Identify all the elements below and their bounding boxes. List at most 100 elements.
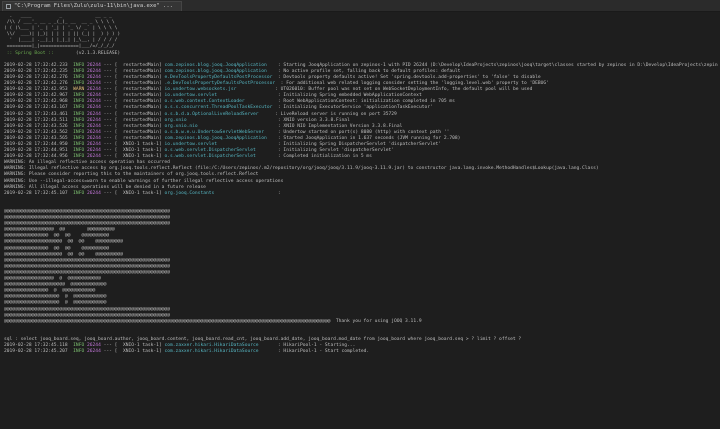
log-pid: 26244 xyxy=(87,141,104,147)
log-level: INFO xyxy=(70,117,87,123)
log-thread: XNIO-1 task-1] xyxy=(117,141,165,147)
window-titlebar: "C:\Program Files\Zulu\zulu-11\bin\java.… xyxy=(0,0,720,12)
log-thread: restartedMain] xyxy=(117,93,165,99)
log-separator: --- [ xyxy=(103,87,118,93)
log-separator: --- [ xyxy=(103,349,118,355)
log-logger: org.jooq.Constants xyxy=(164,190,278,196)
log-separator: --- [ xyxy=(103,148,118,154)
log-pid: 26244 xyxy=(87,123,104,129)
log-thread: XNIO-1 task-1] xyxy=(117,148,165,154)
log-pid: 26244 xyxy=(87,81,104,87)
console-output[interactable]: . ____ _ __ _ _ /\\ / ___'_ __ _ _(_)_ _… xyxy=(4,14,718,428)
log-logger: o.s.web.servlet.DispatcherServlet xyxy=(164,148,278,154)
log-lines: 2019-02-28 17:32:42.233 INFO 26244 --- [… xyxy=(4,63,718,161)
log-level: INFO xyxy=(70,148,87,154)
log-pid: 26244 xyxy=(87,74,104,80)
log-timestamp: 2019-02-28 17:32:42.235 xyxy=(4,68,71,74)
log-logger: org.xnio xyxy=(164,117,278,123)
log-timestamp: 2019-02-28 17:32:43.461 xyxy=(4,111,71,117)
log-thread: restartedMain] xyxy=(117,123,165,129)
log-thread: restartedMain] xyxy=(117,68,165,74)
log-message: : Completed initialization in 5 ms xyxy=(277,154,372,160)
log-level: INFO xyxy=(70,68,87,74)
log-logger: org.xnio.nio xyxy=(164,123,278,129)
log-separator: --- [ xyxy=(103,99,118,105)
log-logger: o.s.b.d.a.OptionalLiveReloadServer xyxy=(164,111,276,117)
log-level: INFO xyxy=(70,129,87,135)
log-thread: restartedMain] xyxy=(117,62,165,68)
log-separator: --- [ xyxy=(103,141,118,147)
log-logger: io.undertow.servlet xyxy=(164,93,278,99)
log-separator: --- [ xyxy=(103,154,118,160)
log-message: : Root WebApplicationContext: initializa… xyxy=(277,99,455,105)
log-message: : UT026010: Buffer pool was not set on W… xyxy=(275,87,533,93)
log-pid: 26244 xyxy=(87,87,104,93)
log-level: INFO xyxy=(70,81,87,87)
log-timestamp: 2019-02-28 17:32:44.951 xyxy=(4,148,71,154)
log-message: : Devtools property defaults active! Set… xyxy=(277,74,541,80)
jooq-logo: @@@@@@@@@@@@@@@@@@@@@@@@@@@@@@@@@@@@@@@@… xyxy=(4,209,718,325)
log-thread: XNIO-1 task-1] xyxy=(117,343,165,349)
log-level: INFO xyxy=(70,123,87,129)
tail-log-lines: 2019-02-28 17:32:45.118 INFO 26244 --- [… xyxy=(4,343,718,355)
log-message: : Undertow started on port(s) 8080 (http… xyxy=(277,129,450,135)
log-pid: 26244 xyxy=(87,105,104,111)
log-timestamp: 2019-02-28 17:32:43.167 xyxy=(4,105,71,111)
log-thread: restartedMain] xyxy=(117,129,165,135)
log-separator: --- [ xyxy=(103,111,118,117)
log-pid: 26244 xyxy=(87,154,104,160)
log-thread: XNIO-1 task-1] xyxy=(117,190,165,196)
warning-lines: WARNING: An illegal reflective access op… xyxy=(4,160,718,190)
log-message: : Starting JooqApplication on zepinos-1 … xyxy=(277,62,718,68)
log-thread: restartedMain] xyxy=(117,99,165,105)
log-message: : Initializing Spring DispatcherServlet … xyxy=(277,141,442,147)
log-level: INFO xyxy=(70,141,87,147)
log-pid: 26244 xyxy=(87,148,104,154)
log-logger: com.zepinos.blog.jooq.JooqApplication xyxy=(164,135,278,141)
log-thread: restartedMain] xyxy=(117,135,165,141)
log-message: : Started JooqApplication in 1.637 secon… xyxy=(277,135,461,141)
spring-boot-label: :: Spring Boot :: xyxy=(4,50,57,56)
log-message: : No active profile set, falling back to… xyxy=(277,68,461,74)
log-thread: restartedMain] xyxy=(117,74,165,80)
log-separator: --- [ xyxy=(103,62,118,68)
log-message: : HikariPool-1 - Starting... xyxy=(277,343,356,349)
spring-boot-version: (v2.1.3.RELEASE) xyxy=(56,50,121,56)
log-level: INFO xyxy=(70,349,87,355)
log-timestamp: 2019-02-28 17:32:42.953 xyxy=(4,87,71,93)
log-separator: --- [ xyxy=(103,74,118,80)
log-timestamp: 2019-02-28 17:32:45.107 xyxy=(4,190,71,196)
log-separator: --- [ xyxy=(103,129,118,135)
log-thread: restartedMain] xyxy=(117,81,165,87)
log-pid: 26244 xyxy=(87,111,104,117)
log-level: INFO xyxy=(70,105,87,111)
log-pid: 26244 xyxy=(87,99,104,105)
log-level: INFO xyxy=(70,135,87,141)
log-logger: com.zaxxer.hikari.HikariDataSource xyxy=(164,349,278,355)
log-level: INFO xyxy=(70,154,87,160)
log-pid: 26244 xyxy=(87,62,104,68)
log-level: INFO xyxy=(70,62,87,68)
log-pid: 26244 xyxy=(87,349,104,355)
log-line: 2019-02-28 17:32:45.207 INFO 26244 --- [… xyxy=(4,349,718,355)
log-thread: restartedMain] xyxy=(117,117,165,123)
log-separator: --- [ xyxy=(103,81,118,87)
log-pid: 26244 xyxy=(87,190,104,196)
log-separator: --- [ xyxy=(103,343,118,349)
log-timestamp: 2019-02-28 17:32:45.207 xyxy=(4,349,71,355)
log-level: INFO xyxy=(70,74,87,80)
log-message: : LiveReload server is running on port 3… xyxy=(275,111,397,117)
log-pid: 26244 xyxy=(87,93,104,99)
tab-title: "C:\Program Files\Zulu\zulu-11\bin\java.… xyxy=(14,3,173,9)
log-level: INFO xyxy=(70,190,87,196)
log-thread: XNIO-1 task-1] xyxy=(117,154,165,160)
log-separator: --- [ xyxy=(103,93,118,99)
log-timestamp: 2019-02-28 17:32:42.276 xyxy=(4,81,71,87)
log-level: INFO xyxy=(70,93,87,99)
log-message: : Initializing Servlet 'dispatcherServle… xyxy=(277,148,395,154)
log-separator: --- [ xyxy=(103,117,118,123)
terminal-tab[interactable]: "C:\Program Files\Zulu\zulu-11\bin\java.… xyxy=(2,1,182,11)
log-logger: .e.DevToolsPropertyDefaultsPostProcessor xyxy=(164,81,281,87)
log-logger: io.undertow.websockets.jsr xyxy=(164,87,276,93)
log-timestamp: 2019-02-28 17:32:44.956 xyxy=(4,154,71,160)
